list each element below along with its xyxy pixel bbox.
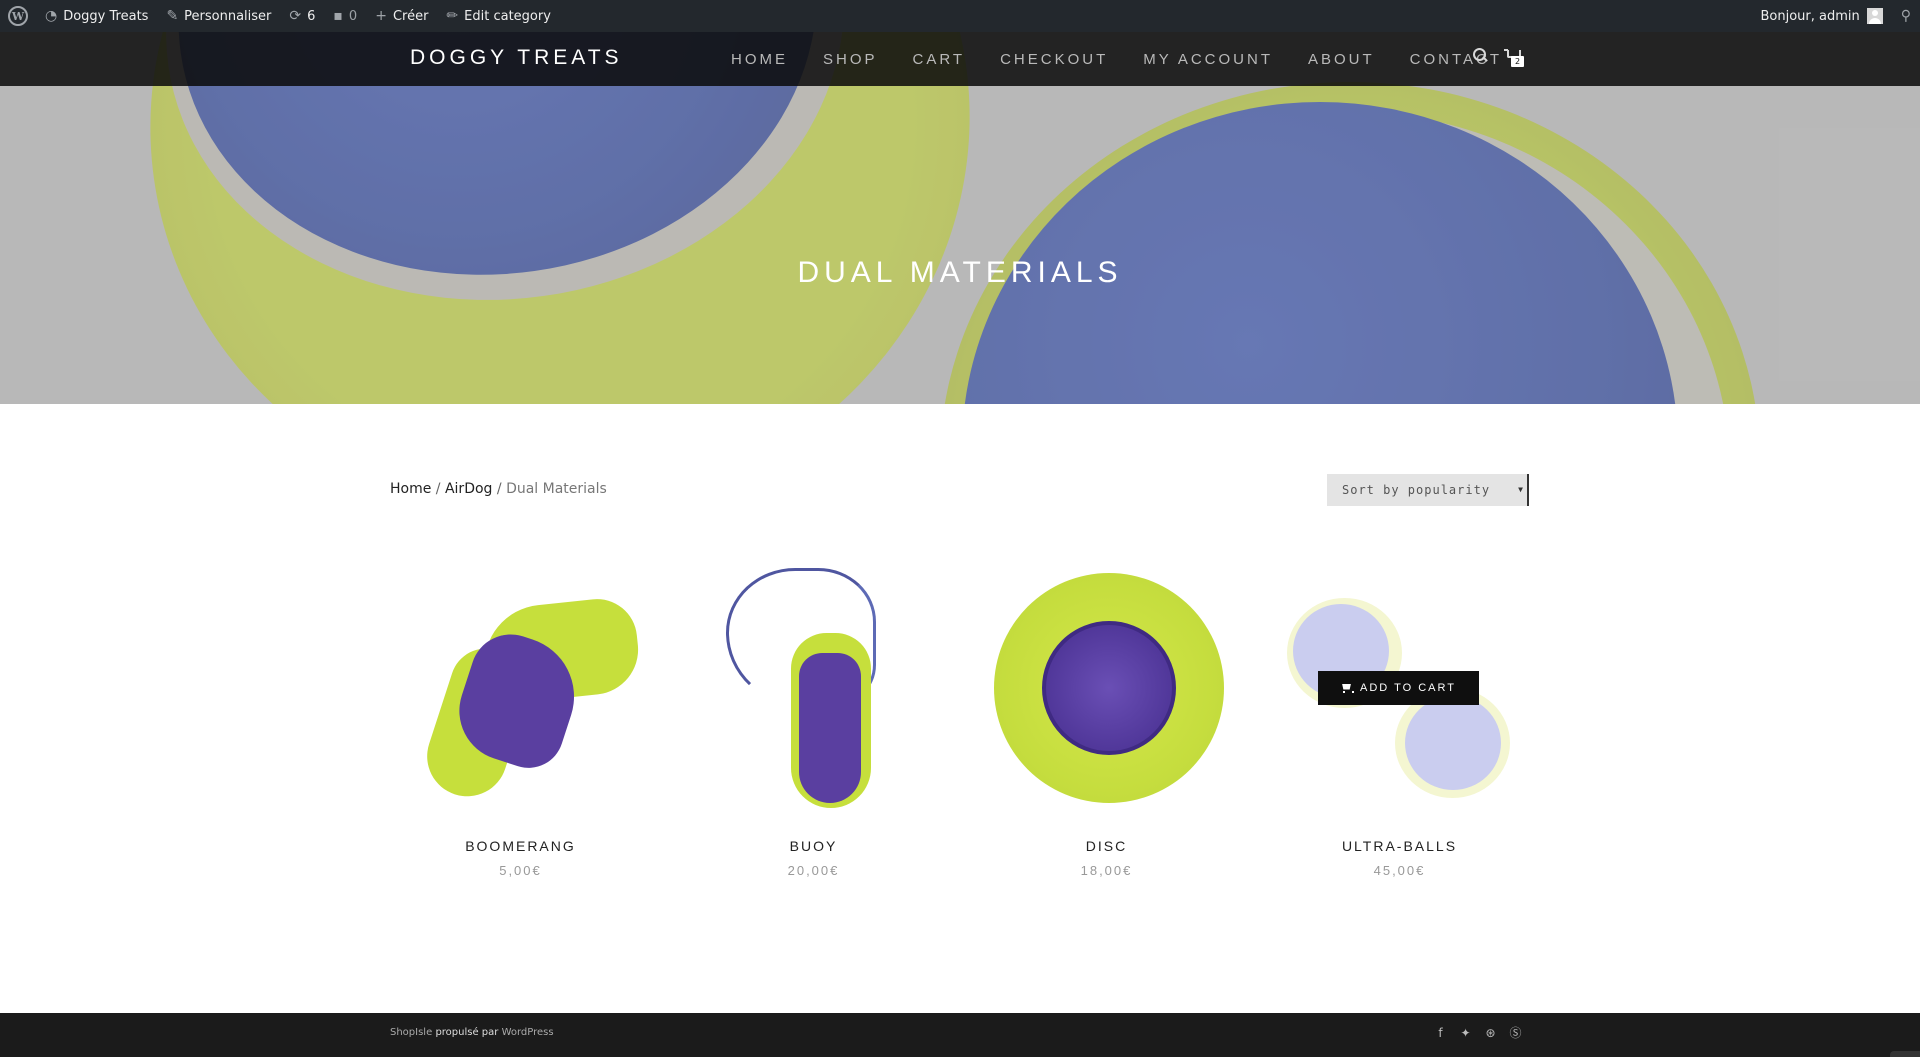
product-name[interactable]: DISC <box>984 838 1229 854</box>
site-name-link[interactable]: ◔ Doggy Treats <box>36 0 157 32</box>
product-card[interactable]: BUOY 20,00€ <box>691 563 936 878</box>
search-icon[interactable] <box>1473 48 1487 62</box>
shopisle-link[interactable]: ShopIsle <box>390 1027 432 1038</box>
breadcrumb-airdog[interactable]: AirDog <box>445 481 492 497</box>
dribbble-icon[interactable]: ⊛ <box>1483 1026 1498 1041</box>
social-links: f ✦ ⊛ Ⓢ <box>1433 1026 1533 1041</box>
product-price: 45,00€ <box>1373 863 1426 878</box>
edit-category-link[interactable]: ✏ Edit category <box>437 0 560 32</box>
page-title: DUAL MATERIALS <box>797 256 1123 289</box>
customize-link[interactable]: ✎ Personnaliser <box>157 0 280 32</box>
new-content-label: Créer <box>392 8 429 24</box>
nav-checkout[interactable]: CHECKOUT <box>1000 51 1108 68</box>
updates-icon: ⟳ <box>289 8 302 24</box>
sort-selected-label: Sort by popularity <box>1342 483 1491 497</box>
edit-category-label: Edit category <box>464 8 551 24</box>
nav-cart[interactable]: CART <box>913 51 966 68</box>
sort-select[interactable]: Sort by popularity ▼ <box>1327 474 1529 506</box>
footer-credits: ShopIsle propulsé par WordPress <box>390 1027 554 1038</box>
new-content-link[interactable]: + Créer <box>366 0 437 32</box>
pencil-icon: ✏ <box>446 8 459 24</box>
site-footer: ShopIsle propulsé par WordPress f ✦ ⊛ Ⓢ <box>0 1013 1920 1057</box>
comment-icon: ▪ <box>333 8 343 24</box>
hero-banner: DUAL MATERIALS <box>0 32 1920 404</box>
site-name-label: Doggy Treats <box>63 8 149 24</box>
product-name[interactable]: BOOMERANG <box>398 838 643 854</box>
breadcrumb-home[interactable]: Home <box>390 481 431 497</box>
updates-link[interactable]: ⟳ 6 <box>280 0 324 32</box>
product-card[interactable]: BOOMERANG 5,00€ <box>398 563 643 878</box>
search-icon: ⚲ <box>1900 8 1911 24</box>
nav-contact[interactable]: CONTACT <box>1410 51 1502 68</box>
cart-count-badge: 2 <box>1511 56 1524 67</box>
product-price: 20,00€ <box>787 863 840 878</box>
product-image[interactable] <box>398 563 643 813</box>
breadcrumb-separator: / <box>435 481 441 497</box>
product-price: 5,00€ <box>499 863 542 878</box>
add-to-cart-button[interactable]: ADD TO CART <box>1318 671 1479 705</box>
updates-count: 6 <box>307 8 316 24</box>
avatar <box>1866 8 1883 24</box>
nav-shop[interactable]: SHOP <box>823 51 878 68</box>
product-image[interactable] <box>984 563 1229 813</box>
scroll-corner <box>1890 1051 1920 1057</box>
nav-my-account[interactable]: MY ACCOUNT <box>1143 51 1273 68</box>
my-account-link[interactable]: Bonjour, admin <box>1751 0 1891 32</box>
nav-about[interactable]: ABOUT <box>1308 51 1375 68</box>
add-to-cart-label: ADD TO CART <box>1360 682 1456 694</box>
twitter-icon[interactable]: ✦ <box>1458 1026 1473 1041</box>
admin-bar: W ◔ Doggy Treats ✎ Personnaliser ⟳ 6 ▪ 0… <box>0 0 1920 32</box>
product-price: 18,00€ <box>1080 863 1133 878</box>
customize-label: Personnaliser <box>184 8 272 24</box>
comments-count: 0 <box>348 8 358 24</box>
facebook-icon[interactable]: f <box>1433 1026 1448 1041</box>
admin-search-button[interactable]: ⚲ <box>1892 0 1920 32</box>
powered-by-label: propulsé par <box>435 1027 499 1038</box>
comments-link[interactable]: ▪ 0 <box>324 0 366 32</box>
breadcrumb-separator: / <box>496 481 502 497</box>
breadcrumb: Home / AirDog / Dual Materials <box>390 481 607 497</box>
cart-icon <box>1341 684 1355 693</box>
wordpress-menu[interactable]: W <box>0 0 36 32</box>
wordpress-link[interactable]: WordPress <box>502 1027 554 1038</box>
paintbrush-icon: ✎ <box>166 8 179 24</box>
greeting-label: Bonjour, admin <box>1760 8 1860 24</box>
product-name[interactable]: ULTRA-BALLS <box>1277 838 1522 854</box>
main-nav: HOME SHOP CART CHECKOUT MY ACCOUNT ABOUT… <box>731 32 1537 86</box>
boomerang-toy-image <box>416 595 643 807</box>
product-name[interactable]: BUOY <box>691 838 936 854</box>
wordpress-logo-icon: W <box>8 6 28 26</box>
chevron-down-icon: ▼ <box>1518 485 1524 494</box>
product-image[interactable]: ADD TO CART <box>1277 563 1522 813</box>
dashboard-icon: ◔ <box>45 8 58 24</box>
site-header: DOGGY TREATS HOME SHOP CART CHECKOUT MY … <box>0 32 1920 86</box>
product-image[interactable] <box>691 563 936 813</box>
product-card[interactable]: DISC 18,00€ <box>984 563 1229 878</box>
site-logo[interactable]: DOGGY TREATS <box>410 46 623 70</box>
breadcrumb-current: Dual Materials <box>506 481 607 497</box>
product-card[interactable]: ADD TO CART ULTRA-BALLS 45,00€ <box>1277 563 1522 878</box>
plus-icon: + <box>375 8 387 24</box>
nav-home[interactable]: HOME <box>731 51 788 68</box>
skype-icon[interactable]: Ⓢ <box>1508 1026 1523 1041</box>
